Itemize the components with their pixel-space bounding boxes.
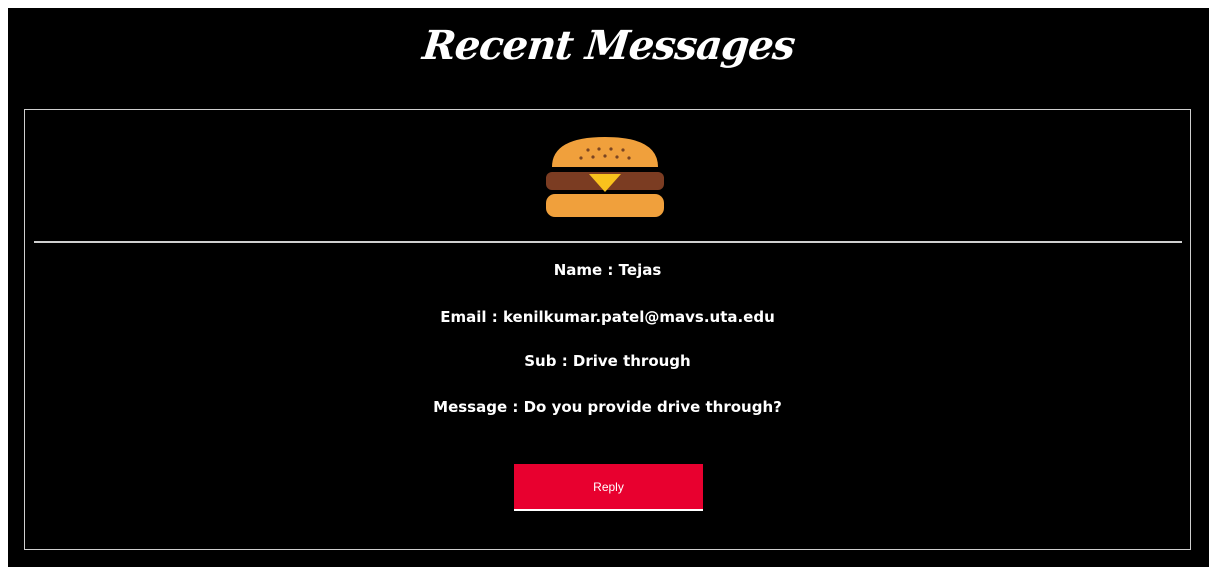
- divider: [34, 241, 1182, 243]
- reply-button[interactable]: Reply: [514, 464, 703, 511]
- page-title: Recent Messages: [420, 22, 797, 69]
- hamburger-icon: [546, 137, 664, 217]
- sender-name: Name : Tejas: [553, 261, 662, 279]
- sender-email: Email : kenilkumar.patel@mavs.uta.edu: [440, 308, 775, 326]
- message-subject: Sub : Drive through: [524, 352, 691, 370]
- page-background: Recent Messages Name : Tejas Email : ken…: [8, 8, 1209, 567]
- message-card: Name : Tejas Email : kenilkumar.patel@ma…: [24, 109, 1191, 550]
- message-body: Message : Do you provide drive through?: [433, 398, 782, 416]
